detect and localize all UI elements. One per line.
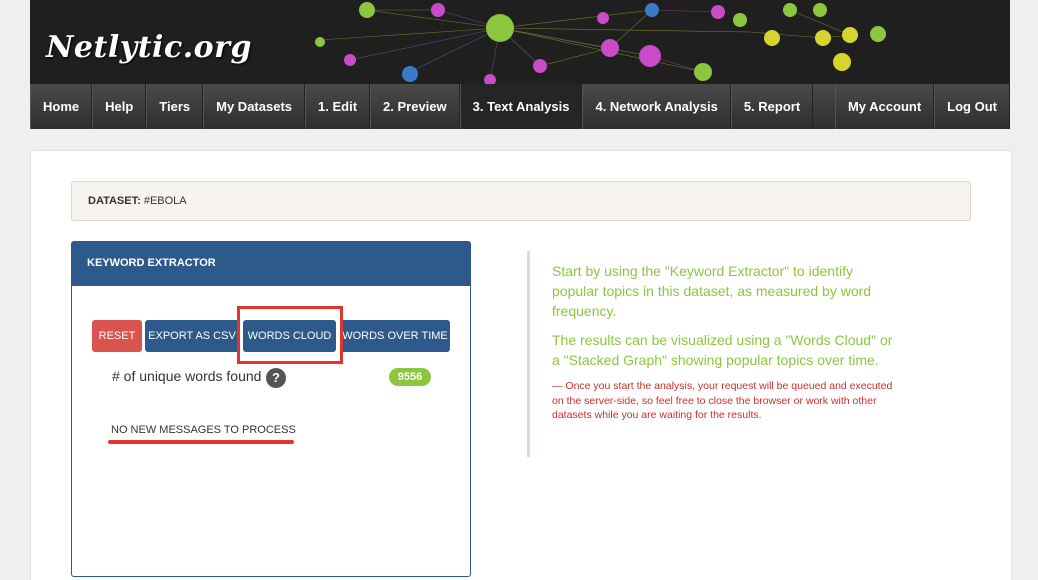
nav-preview[interactable]: 2. Preview	[370, 84, 460, 129]
main-nav: Home Help Tiers My Datasets 1. Edit 2. P…	[30, 84, 1010, 129]
nav-help[interactable]: Help	[92, 84, 147, 129]
info-queue-note: — Once you start the analysis, your requ…	[552, 380, 893, 421]
words-over-time-button[interactable]: Words over time	[340, 320, 450, 352]
nav-my-account[interactable]: My Account	[834, 84, 935, 129]
nav-report[interactable]: 5. Report	[730, 84, 814, 129]
annotation-underline	[108, 440, 294, 444]
help-question-icon[interactable]: ?	[266, 368, 286, 388]
nav-edit[interactable]: 1. Edit	[305, 84, 371, 129]
unique-words-label: # of unique words found	[112, 368, 262, 384]
keyword-extractor-panel: KEYWORD EXTRACTOR Reset Export as CSV Wo…	[71, 241, 471, 577]
nav-tiers[interactable]: Tiers	[146, 84, 204, 129]
dataset-name: #EBOLA	[143, 195, 187, 207]
unique-words-count-badge: 9556	[389, 368, 431, 386]
nav-log-out[interactable]: Log Out	[934, 84, 1010, 129]
header-banner: Netlytic.org	[30, 0, 1010, 84]
info-paragraph-visualization: The results can be visualized using a "W…	[552, 332, 893, 368]
nav-my-datasets[interactable]: My Datasets	[203, 84, 306, 129]
info-callout: Start by using the "Keyword Extractor" t…	[527, 251, 897, 457]
netlytic-logo[interactable]: Netlytic.org	[46, 30, 252, 65]
keyword-extractor-title: KEYWORD EXTRACTOR	[72, 242, 470, 286]
annotation-highlight-box	[237, 306, 343, 364]
info-paragraph-keyword-extractor: Start by using the "Keyword Extractor" t…	[552, 263, 872, 319]
nav-text-analysis[interactable]: 3. Text Analysis	[459, 84, 583, 129]
export-csv-button[interactable]: Export as CSV	[145, 320, 239, 352]
status-message: NO NEW MESSAGES TO PROCESS	[111, 424, 296, 436]
main-panel: DATASET: #EBOLA KEYWORD EXTRACTOR Reset …	[30, 150, 1012, 580]
nav-home[interactable]: Home	[30, 84, 93, 129]
dataset-bar: DATASET: #EBOLA	[71, 181, 971, 221]
reset-button[interactable]: Reset	[92, 320, 142, 352]
dataset-label: DATASET:	[88, 195, 141, 207]
nav-network-analysis[interactable]: 4. Network Analysis	[582, 84, 731, 129]
